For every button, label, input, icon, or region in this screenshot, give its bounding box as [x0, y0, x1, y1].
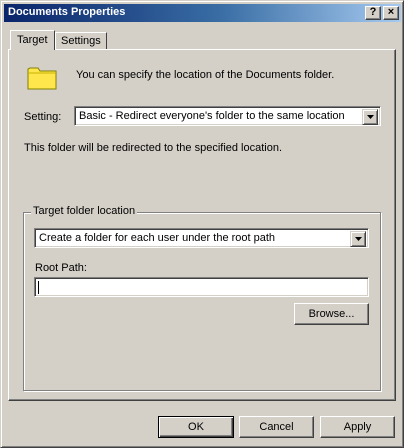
cancel-button[interactable]: Cancel: [239, 416, 314, 438]
redirect-note: This folder will be redirected to the sp…: [24, 142, 283, 154]
root-path-input[interactable]: [34, 277, 369, 297]
help-button[interactable]: ?: [365, 6, 381, 20]
root-path-label: Root Path:: [35, 262, 87, 274]
browse-button[interactable]: Browse...: [294, 303, 369, 325]
ok-button[interactable]: OK: [158, 416, 234, 438]
group-label: Target folder location: [31, 205, 138, 217]
location-dropdown-value: Create a folder for each user under the …: [39, 232, 276, 244]
window-title: Documents Properties: [8, 6, 126, 18]
location-dropdown-button[interactable]: [350, 231, 366, 247]
folder-icon: [27, 67, 57, 90]
location-dropdown[interactable]: Create a folder for each user under the …: [34, 228, 369, 248]
setting-dropdown[interactable]: Basic - Redirect everyone's folder to th…: [74, 106, 381, 126]
intro-text: You can specify the location of the Docu…: [76, 69, 335, 81]
setting-dropdown-value: Basic - Redirect everyone's folder to th…: [79, 110, 345, 122]
text-caret: [38, 281, 39, 294]
setting-dropdown-button[interactable]: [362, 109, 378, 125]
tab-target[interactable]: Target: [10, 30, 55, 50]
apply-button[interactable]: Apply: [320, 416, 395, 438]
chevron-down-icon: [367, 115, 374, 119]
setting-label: Setting:: [24, 111, 62, 123]
close-button[interactable]: ×: [383, 6, 399, 20]
chevron-down-icon: [355, 237, 362, 241]
tab-settings[interactable]: Settings: [55, 32, 107, 49]
title-bar[interactable]: Documents Properties ? ×: [4, 4, 401, 22]
